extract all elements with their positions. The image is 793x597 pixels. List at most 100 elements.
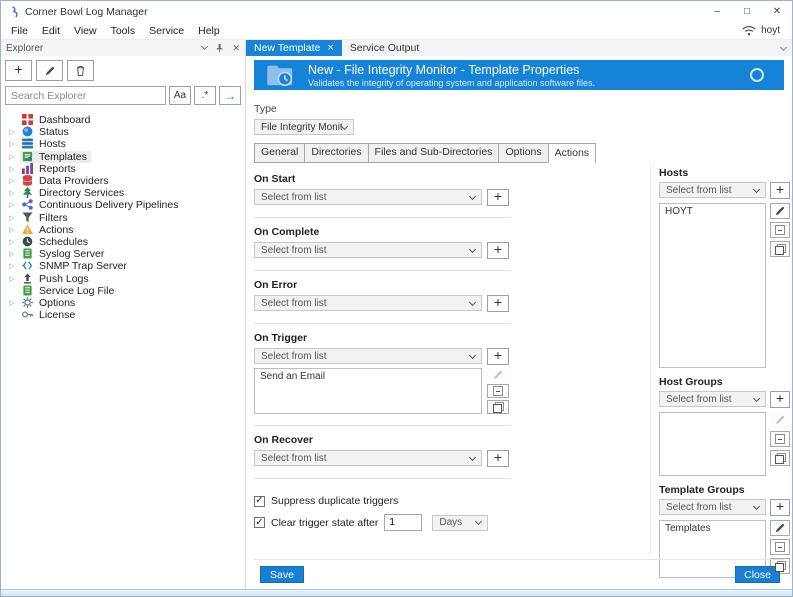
on-trigger-copy-button[interactable] [487, 400, 509, 414]
host-groups-list[interactable] [659, 412, 766, 476]
tab-close-icon[interactable] [327, 42, 333, 54]
list-item[interactable]: Templates [665, 523, 760, 534]
on-trigger-add-button[interactable] [487, 348, 509, 365]
on-recover-add-button[interactable] [487, 450, 509, 467]
tab-general[interactable]: General [254, 143, 306, 163]
expander-icon[interactable] [9, 275, 20, 283]
explorer-add-button[interactable] [5, 60, 32, 81]
clear-trigger-value-input[interactable] [384, 514, 423, 531]
expander-icon[interactable] [9, 189, 20, 197]
hosts-select[interactable]: Select from list [659, 182, 766, 198]
host-groups-select[interactable]: Select from list [659, 391, 766, 407]
regex-button[interactable]: .* [194, 86, 216, 105]
on-trigger-label: On Trigger [254, 332, 308, 344]
sidebar-item-hosts[interactable]: Hosts [1, 138, 245, 150]
on-complete-add-button[interactable] [487, 242, 509, 259]
menu-view[interactable]: View [67, 25, 104, 37]
list-item[interactable]: HOYT [665, 206, 760, 217]
explorer-delete-button[interactable] [67, 60, 94, 81]
pin-icon[interactable] [215, 43, 224, 53]
host-groups-copy-button[interactable] [770, 450, 790, 466]
sidebar-item-directory-services[interactable]: Directory Services [1, 187, 245, 199]
close-window-button[interactable]: ✕ [762, 1, 792, 22]
suppress-duplicate-triggers-checkbox[interactable] [254, 495, 265, 507]
sidebar-item-actions[interactable]: Actions [1, 224, 245, 236]
expander-icon[interactable] [9, 177, 20, 185]
expander-icon[interactable] [9, 165, 20, 173]
menu-file[interactable]: File [4, 25, 35, 37]
sidebar-item-reports[interactable]: Reports [1, 162, 245, 175]
on-complete-select[interactable]: Select from list [254, 242, 482, 258]
expander-icon[interactable] [9, 128, 20, 136]
expander-icon[interactable] [9, 250, 20, 258]
sidebar-item-snmp-trap-server[interactable]: SNMP Trap Server [1, 260, 245, 272]
expander-icon[interactable] [9, 140, 20, 148]
on-trigger-remove-button[interactable] [487, 384, 509, 398]
tab-service-output[interactable]: Service Output [342, 40, 427, 56]
sidebar-item-syslog-server[interactable]: Syslog Server [1, 248, 245, 260]
template-groups-remove-button[interactable] [770, 539, 790, 555]
panel-close-icon[interactable]: ✕ [232, 43, 240, 54]
search-go-button[interactable]: → [219, 86, 241, 105]
sidebar-item-continuous-delivery-pipelines[interactable]: Continuous Delivery Pipelines [1, 199, 245, 211]
hosts-edit-button[interactable] [770, 203, 790, 219]
hosts-remove-button[interactable] [770, 222, 790, 238]
expander-icon[interactable] [9, 226, 20, 234]
host-groups-edit-button[interactable] [770, 412, 790, 428]
on-trigger-select[interactable]: Select from list [254, 348, 482, 364]
menu-tools[interactable]: Tools [104, 25, 143, 37]
sidebar-item-dashboard[interactable]: Dashboard [1, 114, 245, 126]
template-groups-edit-button[interactable] [770, 520, 790, 536]
on-trigger-list[interactable]: Send an Email [254, 368, 482, 414]
tab-options[interactable]: Options [498, 143, 549, 163]
host-groups-remove-button[interactable] [770, 431, 790, 447]
menu-edit[interactable]: Edit [35, 25, 67, 37]
on-start-add-button[interactable] [487, 189, 509, 206]
hosts-list[interactable]: HOYT [659, 203, 766, 368]
expander-icon[interactable] [9, 153, 20, 161]
minimize-button[interactable]: – [702, 1, 732, 22]
on-error-add-button[interactable] [487, 295, 509, 312]
template-groups-add-button[interactable] [770, 499, 790, 516]
host-groups-add-button[interactable] [770, 391, 790, 408]
type-select[interactable]: File Integrity Monitor [254, 119, 354, 135]
menu-service[interactable]: Service [142, 25, 191, 37]
sidebar-item-data-providers[interactable]: Data Providers [1, 175, 245, 187]
hosts-add-button[interactable] [770, 182, 790, 199]
clear-trigger-unit-select[interactable]: Days [432, 514, 489, 531]
explorer-edit-button[interactable] [36, 60, 63, 81]
expander-icon[interactable] [9, 299, 20, 307]
tab-directories[interactable]: Directories [304, 143, 369, 163]
sidebar-item-push-logs[interactable]: Push Logs [1, 272, 245, 285]
tab-actions[interactable]: Actions [547, 143, 597, 163]
tab-list-chevron-icon[interactable] [779, 43, 788, 52]
maximize-button[interactable]: □ [732, 1, 762, 22]
tab-new-template[interactable]: New Template [246, 40, 342, 56]
sidebar-item-status[interactable]: Status [1, 126, 245, 138]
panel-menu-chevron-icon[interactable] [201, 42, 209, 51]
on-start-select[interactable]: Select from list [254, 189, 482, 205]
search-input[interactable] [5, 86, 166, 105]
on-trigger-edit-button[interactable] [487, 368, 509, 382]
on-recover-select[interactable]: Select from list [254, 450, 482, 466]
expander-icon[interactable] [9, 238, 20, 246]
sidebar-item-templates[interactable]: Templates [1, 150, 245, 163]
tab-files-and-sub-directories[interactable]: Files and Sub-Directories [367, 143, 500, 163]
template-groups-select[interactable]: Select from list [659, 499, 766, 515]
sidebar-item-schedules[interactable]: Schedules [1, 236, 245, 248]
expander-icon[interactable] [9, 262, 20, 270]
expander-icon[interactable] [9, 214, 20, 222]
on-error-select[interactable]: Select from list [254, 295, 482, 311]
hosts-copy-button[interactable] [770, 241, 790, 257]
close-button[interactable]: Close [735, 566, 780, 583]
expander-icon[interactable] [9, 201, 20, 209]
match-case-button[interactable]: Aa [169, 86, 191, 105]
save-button[interactable]: Save [260, 566, 304, 583]
list-item[interactable]: Send an Email [260, 371, 476, 382]
clear-trigger-state-checkbox[interactable] [254, 517, 265, 528]
sidebar-item-filters[interactable]: Filters [1, 212, 245, 224]
sidebar-item-service-log-file[interactable]: Service Log File [1, 285, 245, 297]
sidebar-item-license[interactable]: License [1, 309, 245, 321]
sidebar-item-options[interactable]: Options [1, 296, 245, 309]
menu-help[interactable]: Help [191, 25, 227, 37]
